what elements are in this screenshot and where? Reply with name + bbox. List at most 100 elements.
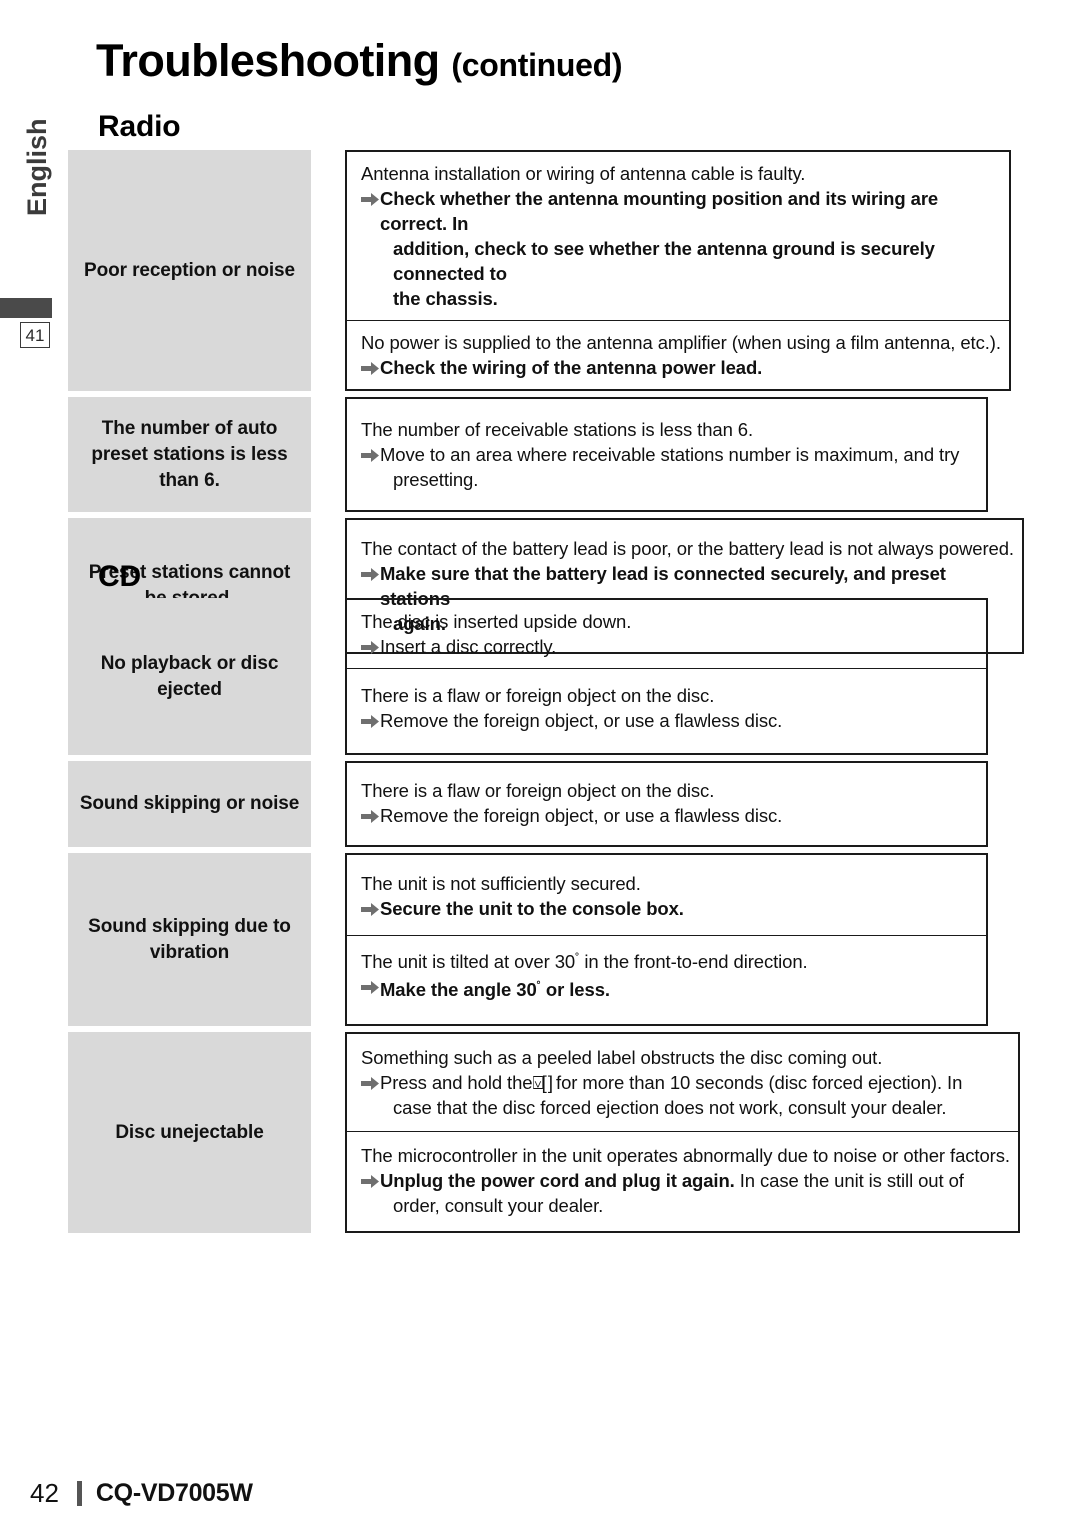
side-page-number: 41	[20, 322, 50, 348]
solution-text-line: Check the wiring of the antenna power le…	[380, 357, 763, 378]
cause-label-line: than 6.	[159, 469, 220, 491]
solution-block: Antenna installation or wiring of antenn…	[347, 152, 1009, 320]
solution-text: Insert a disc correctly.	[380, 634, 978, 659]
right-arrow-icon	[361, 896, 379, 921]
problem-line: The disc is inserted upside down.	[361, 611, 632, 632]
table-row: Sound skipping or noise There is a flaw …	[68, 761, 988, 847]
solution-cell: The disc is inserted upside down. Insert…	[345, 598, 988, 755]
solution-cell: The unit is not sufficiently secured. Se…	[345, 853, 988, 1026]
solution-text-emphasis: Unplug the power cord and plug it again.	[380, 1170, 735, 1191]
solution-text-line: case that the disc forced ejection does …	[393, 1097, 947, 1118]
solution-line: Check whether the antenna mounting posit…	[361, 186, 1001, 311]
column-gap	[311, 598, 345, 755]
cause-label: Disc unejectable	[115, 1121, 264, 1143]
solution-line: Unplug the power cord and plug it again.…	[361, 1168, 1010, 1218]
solution-block: The microcontroller in the unit operates…	[347, 1131, 1018, 1231]
solution-text: Secure the unit to the console box.	[380, 896, 978, 921]
solution-line: Remove the foreign object, or use a flaw…	[361, 708, 978, 733]
right-arrow-icon	[361, 803, 379, 828]
problem-line: The contact of the battery lead is poor,…	[361, 538, 1014, 559]
right-arrow-icon	[361, 634, 379, 659]
cause-cell: Poor reception or noise	[68, 150, 311, 391]
solution-line: Press and hold the⍌[ ] for more than 10 …	[361, 1070, 1010, 1120]
solution-text-line: Make the angle 30	[380, 979, 537, 1000]
cause-label: No playback or disc ejected	[101, 651, 279, 703]
footer-page-number: 42	[30, 1478, 59, 1508]
problem-line: The number of receivable stations is les…	[361, 419, 754, 440]
problem-line: The unit is tilted at over 30˚ in the fr…	[361, 946, 978, 974]
column-gap	[311, 761, 345, 847]
solution-block: The number of receivable stations is les…	[347, 399, 986, 510]
solution-block: There is a flaw or foreign object on the…	[347, 763, 986, 845]
table-row: Disc unejectable Something such as a pee…	[68, 1032, 1020, 1233]
table-row: Sound skipping due to vibration The unit…	[68, 853, 988, 1026]
cause-label-line: preset stations is less	[91, 443, 288, 465]
solution-text-line: Press and hold the	[380, 1072, 533, 1093]
table-row: No playback or disc ejected The disc is …	[68, 598, 988, 755]
solution-line: Remove the foreign object, or use a flaw…	[361, 803, 978, 828]
solution-text-cont: for more than 10 seconds (disc forced ej…	[551, 1072, 963, 1093]
cause-label: Sound skipping due to vibration	[88, 914, 291, 966]
solution-block: No power is supplied to the antenna ampl…	[347, 320, 1009, 389]
solution-text-cont: or less.	[540, 979, 610, 1000]
section-heading-cd: CD	[98, 560, 141, 593]
table-row: The number of auto preset stations is le…	[68, 397, 988, 512]
radio-troubleshooting-table: Poor reception or noise Antenna installa…	[68, 150, 1024, 660]
solution-text-line: In case the unit is still out of	[734, 1170, 964, 1191]
right-arrow-icon	[361, 355, 379, 380]
eject-button-glyph: ⍌[ ]	[532, 1072, 552, 1093]
solution-line: Insert a disc correctly.	[361, 634, 978, 659]
cause-cell: No playback or disc ejected	[68, 598, 311, 755]
solution-block: The disc is inserted upside down. Insert…	[347, 600, 986, 668]
column-gap	[311, 150, 345, 391]
cause-label-line: ejected	[157, 678, 222, 700]
solution-block: Something such as a peeled label obstruc…	[347, 1034, 1018, 1131]
solution-line: Move to an area where receivable station…	[361, 442, 978, 492]
right-arrow-icon	[361, 561, 379, 586]
cause-cell: Disc unejectable	[68, 1032, 311, 1233]
sidebar-accent-bar	[0, 298, 52, 318]
right-arrow-icon	[361, 974, 379, 999]
cause-label-line: Sound skipping due to	[88, 915, 291, 937]
column-gap	[311, 397, 345, 512]
cause-label-line: vibration	[149, 941, 230, 963]
solution-text: Move to an area where receivable station…	[380, 442, 978, 492]
solution-text-line: Check whether the antenna mounting posit…	[380, 188, 939, 234]
cause-cell: Sound skipping due to vibration	[68, 853, 311, 1026]
section-heading-radio: Radio	[98, 110, 181, 143]
problem-line: Antenna installation or wiring of antenn…	[361, 163, 806, 184]
page-footer: 42 CQ-VD7005W	[30, 1478, 253, 1509]
solution-text-line: addition, check to see whether the anten…	[393, 238, 935, 284]
solution-text-line: order, consult your dealer.	[393, 1195, 604, 1216]
solution-text: Remove the foreign object, or use a flaw…	[380, 803, 978, 828]
cause-label-line: The number of auto	[101, 417, 278, 439]
problem-line: No power is supplied to the antenna ampl…	[361, 332, 1001, 353]
cause-cell: Sound skipping or noise	[68, 761, 311, 847]
solution-line: Make the angle 30˚ or less.	[361, 974, 978, 1002]
right-arrow-icon	[361, 1168, 379, 1193]
solution-text-line: Secure the unit to the console box.	[380, 898, 684, 919]
solution-text-line: presetting.	[393, 469, 479, 490]
solution-block: The unit is not sufficiently secured. Se…	[347, 855, 986, 935]
solution-block: The unit is tilted at over 30˚ in the fr…	[347, 935, 986, 1024]
cause-label-line: No playback or disc	[100, 652, 279, 674]
page-title-main: Troubleshooting	[96, 35, 440, 86]
table-row: Poor reception or noise Antenna installa…	[68, 150, 1011, 391]
problem-text-cont: in the front-to-end direction.	[579, 951, 808, 972]
footer-divider	[76, 1481, 82, 1506]
page-title: Troubleshooting (continued)	[96, 35, 623, 86]
cause-label: Poor reception or noise	[84, 259, 295, 281]
problem-line: There is a flaw or foreign object on the…	[361, 780, 715, 801]
solution-text-line: the chassis.	[393, 288, 498, 309]
solution-text: Remove the foreign object, or use a flaw…	[380, 708, 978, 733]
footer-model-name: CQ-VD7005W	[95, 1479, 253, 1507]
column-gap	[311, 853, 345, 1026]
solution-text-line: Move to an area where receivable station…	[380, 444, 960, 465]
solution-line: Secure the unit to the console box.	[361, 896, 978, 921]
language-tab: English	[22, 118, 52, 216]
page-title-continued: (continued)	[451, 47, 623, 83]
problem-line: The microcontroller in the unit operates…	[361, 1145, 1010, 1166]
solution-cell: Antenna installation or wiring of antenn…	[345, 150, 1011, 391]
problem-line: The unit is not sufficiently secured.	[361, 873, 641, 894]
problem-text: The unit is tilted at over 30	[361, 951, 576, 972]
